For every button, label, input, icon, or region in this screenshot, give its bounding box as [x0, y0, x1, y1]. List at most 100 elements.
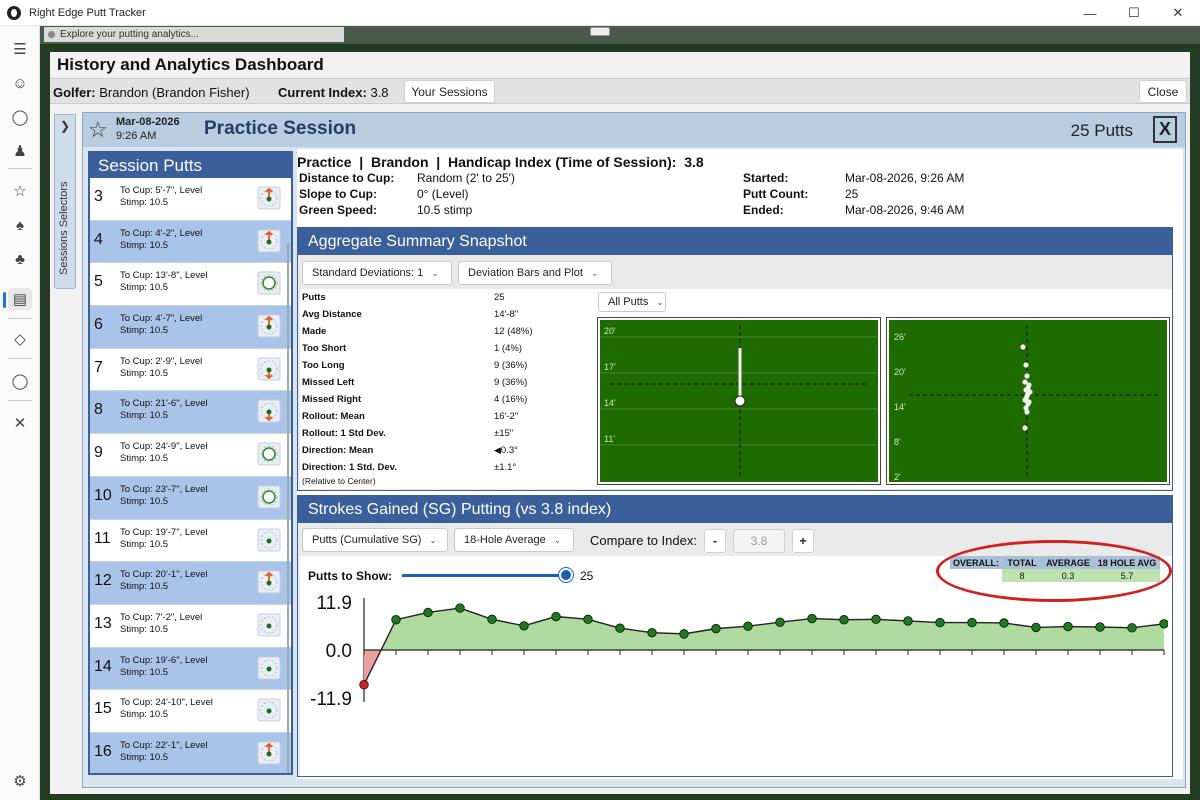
putt-point — [1025, 391, 1031, 397]
putt-details: To Cup: 19'-6", Level Stimp: 10.5 — [120, 654, 208, 678]
hint-text: Explore your putting analytics... — [44, 27, 344, 42]
golfer-icon[interactable]: ♠ — [8, 214, 32, 236]
sg-point — [519, 621, 529, 631]
close-dashboard-button[interactable]: Close — [1139, 80, 1187, 103]
compare-index-label: Compare to Index: — [590, 533, 697, 548]
increase-index-button[interactable]: + — [792, 529, 814, 553]
list-item[interactable]: 12 To Cup: 20'-1", Level Stimp: 10.5 — [90, 562, 291, 605]
arrow-up-icon — [257, 229, 281, 253]
putt-number: 7 — [94, 358, 103, 376]
compare-index-input[interactable]: 3.8 — [733, 529, 785, 553]
left-nav-rail: ☰ ☺ ◯ ♟ ☆ ♠ ♣ ▤ ◇ ◯ ✕ ⚙ — [0, 26, 40, 800]
putts-slider-track[interactable] — [402, 574, 566, 577]
distance-tick-label: 14' — [894, 402, 906, 412]
detail-value: 0° (Level) — [417, 187, 469, 201]
putt-details: To Cup: 4'-2", Level Stimp: 10.5 — [120, 227, 203, 251]
putt-details: To Cup: 2'-9", Level Stimp: 10.5 — [120, 355, 203, 379]
chevron-right-icon[interactable]: ❯ — [60, 119, 70, 133]
minimize-icon[interactable]: — — [1068, 0, 1112, 26]
stat-value: 14'-8" — [494, 309, 519, 320]
putt-number: 8 — [94, 401, 103, 419]
close-session-button[interactable]: X — [1153, 116, 1177, 143]
std-deviation-select[interactable]: Standard Deviations: 1 ⌄ — [302, 261, 452, 285]
detail-label: Green Speed: — [299, 203, 378, 217]
golfer-label: Golfer: — [53, 85, 96, 100]
sg-average-select[interactable]: 18-Hole Average ⌄ — [454, 528, 574, 552]
arrow-up-icon — [257, 741, 281, 765]
stat-value: 4 (16%) — [494, 394, 528, 405]
hamburger-menu-icon[interactable]: ☰ — [8, 38, 32, 60]
favorites-star-icon[interactable]: ☆ — [8, 180, 32, 202]
sessions-selectors-tab[interactable]: ❯ Sessions Selectors — [54, 114, 76, 289]
list-item[interactable]: 9 To Cup: 24'-9", Level Stimp: 10.5 — [90, 434, 291, 477]
stat-label: Direction: 1 Std. Dev. — [302, 462, 397, 473]
sg-mode-select[interactable]: Putts (Cumulative SG) ⌄ — [302, 528, 448, 552]
putt-filter-select[interactable]: All Putts ⌄ — [598, 292, 666, 312]
scrollbar[interactable] — [287, 243, 289, 773]
sg-point — [1031, 622, 1041, 633]
detail-value: Mar-08-2026, 9:46 AM — [845, 203, 965, 217]
list-item[interactable]: 5 To Cup: 13'-8", Level Stimp: 10.5 — [90, 263, 291, 307]
list-item[interactable]: 13 To Cup: 7'-2", Level Stimp: 10.5 — [90, 604, 291, 648]
maximize-icon[interactable]: ☐ — [1112, 0, 1156, 26]
globe-icon[interactable]: ◯ — [8, 370, 32, 392]
chevron-down-icon: ⌄ — [656, 296, 664, 307]
current-index: Current Index: 3.8 — [278, 85, 389, 100]
list-item[interactable]: 10 To Cup: 23'-7", Level Stimp: 10.5 — [90, 476, 291, 520]
detail-value: 25 — [845, 187, 859, 201]
putt-details: To Cup: 22'-1", Level Stimp: 10.5 — [120, 739, 208, 763]
deviation-bars-green: 20' 17' 14' 11' — [597, 317, 881, 485]
putt-details: To Cup: 4'-7", Level Stimp: 10.5 — [120, 313, 203, 337]
distance-tick-label: 11' — [604, 434, 615, 444]
list-item[interactable]: 3 To Cup: 5'-7", Level Stimp: 10.5 — [90, 178, 291, 221]
putt-number: 13 — [94, 614, 112, 632]
favorite-star-icon[interactable]: ☆ — [88, 117, 108, 143]
user-icon[interactable]: ◯ — [8, 106, 32, 128]
list-item[interactable]: 11 To Cup: 19'-7", Level Stimp: 10.5 — [90, 519, 291, 563]
strokes-gained-panel: Strokes Gained (SG) Putting (vs 3.8 inde… — [297, 495, 1173, 777]
analytics-icon[interactable]: ▤ — [8, 288, 32, 310]
cup-icon — [734, 395, 746, 407]
drag-handle-icon[interactable] — [590, 27, 610, 36]
list-item[interactable]: 8 To Cup: 21'-6", Level Stimp: 10.5 — [90, 391, 291, 435]
list-item[interactable]: 7 To Cup: 2'-9", Level Stimp: 10.5 — [90, 348, 291, 392]
view-mode-select[interactable]: Deviation Bars and Plot ⌄ — [458, 261, 612, 285]
sg-point — [903, 616, 913, 626]
session-header: ☆ Mar-08-2026 9:26 AM Practice Session 2… — [83, 113, 1185, 147]
sg-point — [1095, 622, 1105, 632]
decrease-index-button[interactable]: - — [704, 529, 726, 553]
stat-value: 16'-2" — [494, 411, 519, 422]
settings-gear-icon[interactable]: ⚙ — [8, 770, 32, 792]
group-golfer-icon[interactable]: ♣ — [8, 248, 32, 270]
add-user-icon[interactable]: ☺ — [8, 72, 32, 94]
arrow-down-icon — [257, 357, 281, 381]
list-item[interactable]: 16 To Cup: 22'-1", Level Stimp: 10.5 — [90, 732, 291, 773]
list-item[interactable]: 15 To Cup: 24'-10", Level Stimp: 10.5 — [90, 690, 291, 733]
session-putts-list: Session Putts 3 To Cup: 5'-7", Level Stim… — [88, 151, 293, 775]
sg-point — [967, 617, 977, 628]
session-panel: ☆ Mar-08-2026 9:26 AM Practice Session 2… — [82, 112, 1186, 788]
putts-slider-thumb[interactable] — [558, 567, 574, 583]
putt-number: 3 — [94, 188, 103, 205]
app-logo-icon — [7, 5, 21, 20]
list-item[interactable]: 14 To Cup: 19'-6", Level Stimp: 10.5 — [90, 647, 291, 691]
sg-point — [775, 617, 785, 627]
session-putt-count: 25 Putts — [1070, 121, 1133, 140]
your-sessions-button[interactable]: Your Sessions — [404, 80, 495, 103]
sg-point — [1127, 623, 1137, 633]
stat-label: Too Long — [302, 360, 345, 371]
close-icon[interactable]: ✕ — [8, 412, 32, 434]
layers-icon[interactable]: ◇ — [8, 328, 32, 350]
sg-point — [999, 618, 1009, 628]
user-settings-icon[interactable]: ♟ — [8, 140, 32, 162]
putt-point — [1023, 396, 1029, 402]
sg-point — [807, 613, 817, 624]
golfer-info: Golfer: Brandon (Brandon Fisher) — [53, 85, 250, 100]
distance-tick-label: 26' — [894, 332, 906, 342]
sg-point — [647, 627, 657, 638]
sg-point — [871, 614, 881, 625]
list-item[interactable]: 6 To Cup: 4'-7", Level Stimp: 10.5 — [90, 306, 291, 349]
close-window-icon[interactable]: ✕ — [1156, 0, 1200, 26]
detail-label: Started: — [743, 171, 789, 185]
list-item[interactable]: 4 To Cup: 4'-2", Level Stimp: 10.5 — [90, 220, 291, 264]
